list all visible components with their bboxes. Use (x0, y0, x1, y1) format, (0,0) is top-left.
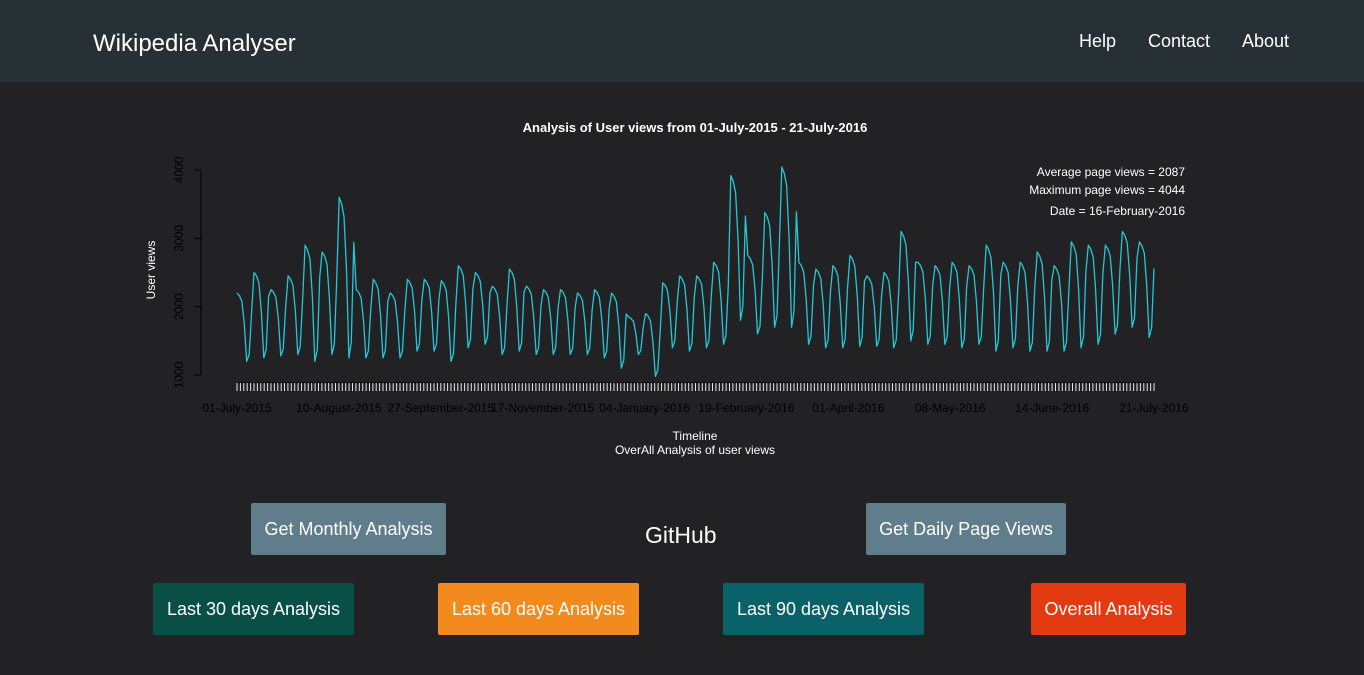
x-tick-label-8: 14-June-2016 (1015, 401, 1089, 415)
chart-y-axis: 1000 2000 3000 4000 (172, 156, 202, 388)
series-line-user-views (236, 166, 1155, 378)
chart-x-axis-label: Timeline (673, 429, 718, 443)
chart-title: Analysis of User views from 01-July-2015… (523, 120, 868, 135)
chart-subtitle: OverAll Analysis of user views (615, 443, 775, 457)
nav-about-link[interactable]: About (1242, 31, 1289, 52)
x-tick-label-5: 19-February-2016 (698, 401, 794, 415)
x-tick-label-1: 10-August-2015 (296, 401, 382, 415)
get-monthly-analysis-button[interactable]: Get Monthly Analysis (251, 503, 446, 555)
last-90-days-analysis-button[interactable]: Last 90 days Analysis (723, 583, 924, 635)
github-link[interactable]: GitHub (645, 522, 717, 549)
x-tick-label-3: 17-November-2015 (491, 401, 595, 415)
get-daily-page-views-button[interactable]: Get Daily Page Views (866, 503, 1066, 555)
x-tick-label-7: 08-May-2016 (915, 401, 986, 415)
y-tick-label-1: 2000 (172, 293, 186, 320)
nav-contact-link[interactable]: Contact (1148, 31, 1210, 52)
y-tick-label-3: 4000 (172, 156, 186, 183)
x-tick-label-4: 04-January-2016 (599, 401, 690, 415)
chart-y-axis-label: User views (144, 241, 158, 300)
overall-analysis-button[interactable]: Overall Analysis (1031, 583, 1186, 635)
user-views-chart: Analysis of User views from 01-July-2015… (144, 120, 1189, 457)
last-30-days-analysis-button[interactable]: Last 30 days Analysis (153, 583, 354, 635)
last-60-days-analysis-button[interactable]: Last 60 days Analysis (438, 583, 639, 635)
x-tick-label-6: 01-April-2016 (812, 401, 884, 415)
chart-series (236, 166, 1155, 378)
y-tick-label-0: 1000 (172, 361, 186, 388)
navbar: Wikipedia Analyser Help Contact About (0, 0, 1364, 83)
brand-title[interactable]: Wikipedia Analyser (93, 30, 296, 58)
chart-x-axis: 01-July-2015 10-August-2015 27-September-2… (202, 382, 1189, 415)
x-axis-ticks (236, 383, 1155, 391)
x-tick-label-0: 01-July-2015 (202, 401, 272, 415)
chart-annotation-average: Average page views = 2087 (1037, 165, 1186, 179)
nav-help-link[interactable]: Help (1079, 31, 1116, 52)
x-tick-label-9: 21-July-2016 (1119, 401, 1189, 415)
chart-annotation-maximum: Maximum page views = 4044 (1029, 183, 1185, 197)
x-tick-label-2: 27-September-2015 (387, 401, 494, 415)
chart-annotation-date: Date = 16-February-2016 (1050, 204, 1185, 218)
y-tick-label-2: 3000 (172, 225, 186, 252)
